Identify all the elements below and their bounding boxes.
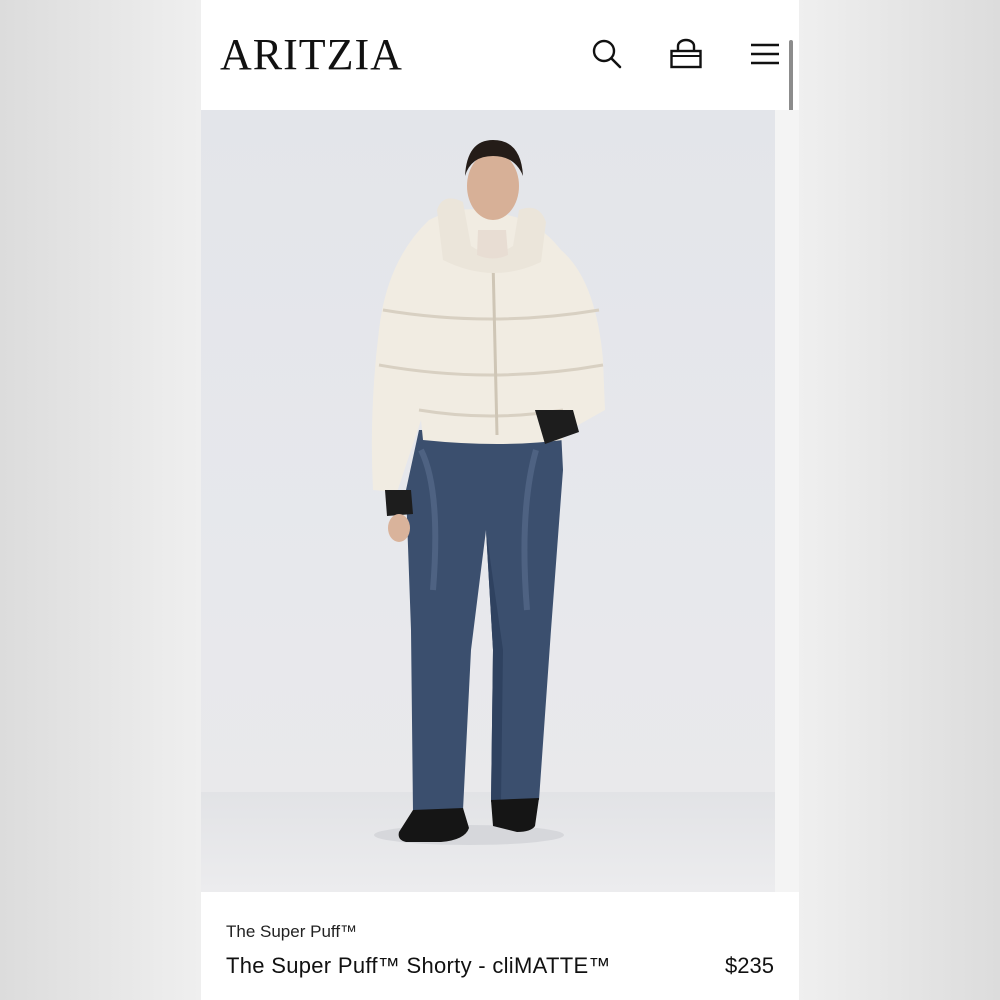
product-image[interactable] xyxy=(201,110,775,892)
image-edge xyxy=(775,110,799,892)
shopping-bag-button[interactable] xyxy=(668,34,704,74)
product-info: The Super Puff™ The Super Puff™ Shorty -… xyxy=(201,892,799,1000)
aritzia-logo[interactable]: ARITZIA xyxy=(220,30,403,80)
site-header: ARITZIA xyxy=(201,0,799,110)
product-name[interactable]: The Super Puff™ Shorty - cliMATTE™ xyxy=(226,953,611,979)
menu-button[interactable] xyxy=(747,34,783,74)
product-price: $235 xyxy=(725,953,774,978)
model-illustration xyxy=(371,140,605,845)
product-collection[interactable]: The Super Puff™ xyxy=(226,922,357,942)
hamburger-menu-icon xyxy=(751,43,779,65)
mobile-page: ARITZIA The Super Puff™ The Super Puff™ … xyxy=(201,0,799,1000)
search-button[interactable] xyxy=(589,34,625,74)
search-icon xyxy=(592,39,622,69)
shopping-bag-icon xyxy=(670,38,702,69)
